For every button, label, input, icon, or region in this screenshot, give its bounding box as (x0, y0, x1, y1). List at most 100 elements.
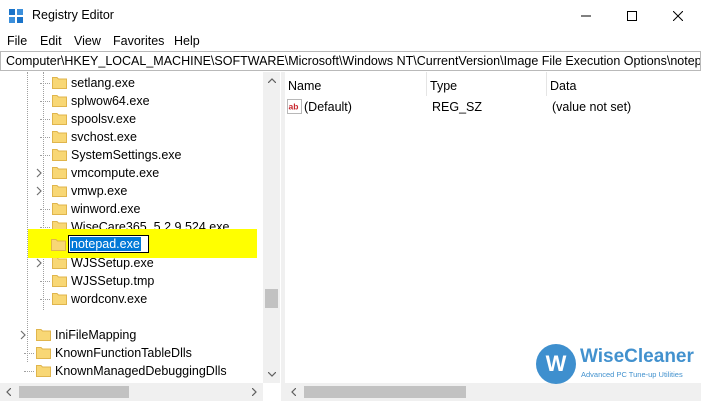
tree-item[interactable]: spoolsv.exe (0, 110, 263, 128)
chevron-right-icon[interactable] (34, 186, 44, 196)
tree-guide-line (40, 281, 50, 282)
folder-icon (36, 365, 51, 377)
folder-icon (52, 149, 67, 161)
scroll-right-button[interactable] (246, 383, 263, 400)
tree-item[interactable]: KnownFunctionTableDlls (0, 344, 263, 362)
close-icon (673, 10, 683, 21)
folder-icon (52, 275, 67, 287)
value-row[interactable]: ab (Default) REG_SZ (value not set) (285, 98, 701, 116)
tree-item[interactable]: SystemSettings.exe (0, 146, 263, 164)
tree-item[interactable]: winword.exe (0, 200, 263, 218)
folder-icon (52, 293, 67, 305)
tree-guide-line (40, 209, 50, 210)
tree-item-label: setlang.exe (71, 76, 135, 90)
tree-item-label: wordconv.exe (71, 292, 148, 306)
address-path: Computer\HKEY_LOCAL_MACHINE\SOFTWARE\Mic… (6, 54, 701, 68)
folder-icon (52, 167, 67, 179)
scroll-left-button[interactable] (285, 383, 302, 400)
chevron-right-icon[interactable] (34, 168, 44, 178)
wisecleaner-watermark: W WiseCleaner Advanced PC Tune-up Utilit… (536, 344, 696, 384)
folder-icon (52, 95, 67, 107)
scroll-up-button[interactable] (263, 72, 280, 89)
chevron-left-icon (6, 387, 11, 396)
rename-key-value: notepad.exe (70, 237, 141, 251)
address-bar[interactable]: Computer\HKEY_LOCAL_MACHINE\SOFTWARE\Mic… (0, 51, 701, 71)
tree-item-label: spoolsv.exe (71, 112, 137, 126)
watermark-title: WiseCleaner (580, 346, 694, 367)
tree-guide-line (40, 137, 50, 138)
tree-item[interactable]: setlang.exe (0, 74, 263, 92)
value-data: (value not set) (552, 100, 632, 114)
registry-editor-icon (9, 9, 23, 23)
folder-icon (52, 203, 67, 215)
tree-item-label: vmwp.exe (71, 184, 128, 198)
tree-item[interactable]: wordconv.exe (0, 290, 263, 308)
rename-key-input[interactable]: notepad.exe (68, 235, 149, 253)
list-horizontal-scrollbar[interactable] (285, 383, 701, 401)
chevron-up-icon (267, 78, 276, 83)
window-title: Registry Editor (32, 8, 114, 22)
tree-item[interactable]: vmwp.exe (0, 182, 263, 200)
menu-favorites[interactable]: Favorites (113, 34, 164, 48)
maximize-icon (627, 10, 637, 21)
tree-item-label: svchost.exe (71, 130, 138, 144)
folder-icon (52, 113, 67, 125)
minimize-button[interactable] (563, 0, 609, 31)
folder-icon (52, 131, 67, 143)
tree-item-label: WJSSetup.tmp (71, 274, 155, 288)
wisecleaner-logo-icon: W (536, 344, 576, 384)
tree-guide-line (40, 299, 50, 300)
menu-bar: File Edit View Favorites Help (0, 31, 701, 51)
tree-guide-line (24, 371, 34, 372)
tree-item-label: KnownFunctionTableDlls (55, 346, 192, 360)
maximize-button[interactable] (609, 0, 655, 31)
value-type: REG_SZ (432, 100, 483, 114)
tree-item-label: winword.exe (71, 202, 141, 216)
folder-icon (52, 185, 67, 197)
column-header-name[interactable]: Name (285, 72, 427, 96)
scroll-left-button[interactable] (0, 383, 17, 400)
folder-icon (52, 77, 67, 89)
tree-item[interactable]: svchost.exe (0, 128, 263, 146)
value-name: (Default) (304, 100, 352, 114)
tree-guide-line (24, 353, 34, 354)
tree-item[interactable]: WJSSetup.tmp (0, 272, 263, 290)
chevron-right-icon[interactable] (34, 258, 44, 268)
menu-edit[interactable]: Edit (40, 34, 62, 48)
watermark-subtitle: Advanced PC Tune-up Utilities (581, 370, 683, 379)
close-button[interactable] (655, 0, 701, 31)
tree-guide-line (40, 227, 50, 228)
menu-view[interactable]: View (74, 34, 101, 48)
chevron-right-icon[interactable] (18, 330, 28, 340)
tree-item-label: SystemSettings.exe (71, 148, 182, 162)
list-horizontal-scroll-thumb[interactable] (304, 386, 466, 398)
folder-icon (51, 239, 66, 251)
tree-item-label: vmcompute.exe (71, 166, 160, 180)
minimize-icon (581, 15, 591, 16)
svg-text:ab: ab (289, 102, 299, 112)
tree-item[interactable]: splwow64.exe (0, 92, 263, 110)
menu-help[interactable]: Help (174, 34, 200, 48)
chevron-left-icon (291, 387, 296, 396)
scroll-down-button[interactable] (263, 366, 280, 383)
tree-item[interactable]: KnownManagedDebuggingDlls (0, 362, 263, 380)
tree-guide-line (40, 119, 50, 120)
menu-file[interactable]: File (7, 34, 27, 48)
tree-vertical-scroll-thumb[interactable] (265, 289, 278, 308)
column-header-type[interactable]: Type (427, 72, 547, 96)
chevron-down-icon (267, 372, 276, 377)
tree-horizontal-scroll-thumb[interactable] (19, 386, 129, 398)
tree-item[interactable]: vmcompute.exe (0, 164, 263, 182)
folder-icon (36, 347, 51, 359)
column-header-data[interactable]: Data (547, 72, 701, 96)
tree-guide-line (40, 83, 50, 84)
tree-item[interactable]: IniFileMapping (0, 326, 263, 344)
tree-vertical-scrollbar[interactable] (263, 72, 280, 383)
tree-item-label: IniFileMapping (55, 328, 137, 342)
tree-horizontal-scrollbar[interactable] (0, 383, 263, 401)
title-bar: Registry Editor (0, 0, 701, 31)
string-value-icon: ab (287, 99, 302, 114)
tree-item-label: KnownManagedDebuggingDlls (55, 364, 227, 378)
folder-icon (36, 329, 51, 341)
chevron-right-icon (252, 387, 257, 396)
